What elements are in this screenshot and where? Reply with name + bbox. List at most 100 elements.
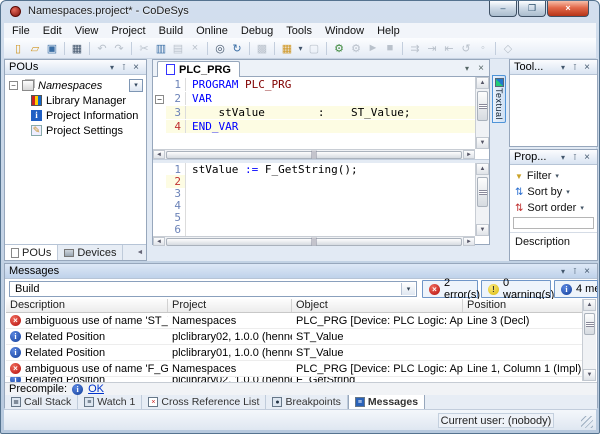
- clean-icon[interactable]: ⚙: [348, 40, 364, 56]
- menu-file[interactable]: File: [12, 25, 30, 37]
- resize-grip[interactable]: [581, 416, 593, 428]
- implementation-hscrollbar[interactable]: ◄ ►: [153, 236, 475, 246]
- tab-scroll-left-icon[interactable]: ◄: [134, 245, 146, 260]
- build-dropdown-icon[interactable]: ▾: [296, 40, 305, 56]
- save-icon[interactable]: ▣: [44, 40, 60, 56]
- precompile-ok-link[interactable]: OK: [88, 383, 104, 395]
- tab-watch-1[interactable]: ≡ Watch 1: [78, 395, 143, 409]
- print-icon[interactable]: ▦: [69, 40, 85, 56]
- cut-icon[interactable]: ✂: [136, 40, 152, 56]
- tree-dropdown-button[interactable]: ▾: [129, 79, 143, 92]
- close-tab-icon[interactable]: ×: [475, 62, 487, 75]
- step-out-icon[interactable]: ⇤: [441, 40, 457, 56]
- fold-icon[interactable]: −: [155, 94, 164, 104]
- panel-menu-icon[interactable]: ▾: [557, 61, 569, 74]
- close-icon[interactable]: ×: [581, 151, 593, 164]
- replace-icon[interactable]: ↻: [229, 40, 245, 56]
- menu-build[interactable]: Build: [159, 25, 183, 37]
- declaration-hscrollbar[interactable]: ◄ ►: [153, 149, 475, 159]
- scroll-left-icon[interactable]: ◄: [153, 150, 165, 159]
- tree-item-namespaces[interactable]: − Namespaces ▾: [5, 78, 146, 93]
- new-item-icon[interactable]: ▢: [306, 40, 322, 56]
- scroll-up-icon[interactable]: ▲: [476, 163, 489, 175]
- tab-breakpoints[interactable]: ● Breakpoints: [266, 395, 348, 409]
- redo-icon[interactable]: ↷: [111, 40, 127, 56]
- filter-button[interactable]: ▼ Filter ▾: [510, 168, 597, 184]
- find-icon[interactable]: ◎: [212, 40, 228, 56]
- tab-list-icon[interactable]: ▾: [461, 62, 473, 75]
- maximize-button[interactable]: ❐: [518, 1, 546, 17]
- new-file-icon[interactable]: ▯: [10, 40, 26, 56]
- stop-icon[interactable]: ■: [382, 40, 398, 56]
- reset-icon[interactable]: ↺: [458, 40, 474, 56]
- pin-icon[interactable]: ⊺: [569, 61, 581, 74]
- message-row[interactable]: ×ambiguous use of name 'F_GetString' Nam…: [6, 361, 582, 377]
- menu-window[interactable]: Window: [325, 25, 364, 37]
- tab-plc-prg[interactable]: PLC_PRG: [157, 61, 240, 77]
- sort-order-button[interactable]: ⇅ Sort order ▾: [510, 200, 597, 216]
- collapse-icon[interactable]: −: [9, 81, 18, 90]
- pin-icon[interactable]: ⊺: [118, 61, 130, 74]
- message-row[interactable]: ×ambiguous use of name 'ST_Value' Namesp…: [6, 313, 582, 329]
- errors-toggle-button[interactable]: × 2 error(s): [422, 277, 480, 301]
- scroll-down-icon[interactable]: ▼: [476, 224, 489, 236]
- menu-tools[interactable]: Tools: [286, 25, 312, 37]
- tree-item-library-manager[interactable]: Library Manager: [5, 93, 146, 108]
- column-position[interactable]: Position: [463, 299, 582, 312]
- declaration-editor[interactable]: 1 PROGRAM PLC_PRG −2 VAR 3 stValue : ST_…: [153, 77, 489, 149]
- menu-debug[interactable]: Debug: [241, 25, 273, 37]
- warnings-toggle-button[interactable]: ! 0 warning(s): [481, 277, 554, 301]
- pin-icon[interactable]: ⊺: [569, 265, 581, 278]
- properties-partial-field[interactable]: [513, 217, 594, 229]
- implementation-vscrollbar[interactable]: ▲ ▼: [475, 163, 489, 236]
- open-project-icon[interactable]: ▱: [27, 40, 43, 56]
- implementation-editor[interactable]: 1 stValue := F_GetString(); 2 3 4 5 6: [153, 162, 489, 236]
- panel-menu-icon[interactable]: ▾: [557, 265, 569, 278]
- message-category-combobox[interactable]: Build ▾: [9, 281, 417, 297]
- scroll-left-icon[interactable]: ◄: [153, 237, 165, 246]
- messages-toggle-button[interactable]: i 4 message(s): [554, 280, 598, 298]
- run-icon[interactable]: ►: [365, 40, 381, 56]
- scroll-down-icon[interactable]: ▼: [583, 369, 596, 381]
- column-project[interactable]: Project: [168, 299, 292, 312]
- tab-pous[interactable]: POUs: [5, 245, 59, 260]
- menu-project[interactable]: Project: [111, 25, 145, 37]
- close-icon[interactable]: ×: [581, 61, 593, 74]
- compile-icon[interactable]: ⚙: [331, 40, 347, 56]
- undo-icon[interactable]: ↶: [94, 40, 110, 56]
- combo-dropdown-icon[interactable]: ▾: [401, 283, 415, 295]
- tab-textual[interactable]: Textual: [492, 75, 506, 123]
- message-row[interactable]: i Related Position plclibrary01, 1.0.0 (h…: [6, 345, 582, 361]
- build-icon[interactable]: ▦: [279, 40, 295, 56]
- scroll-up-icon[interactable]: ▲: [476, 77, 489, 89]
- breakpoint-icon[interactable]: ◦: [475, 40, 491, 56]
- scroll-right-icon[interactable]: ►: [463, 150, 475, 159]
- menu-online[interactable]: Online: [196, 25, 228, 37]
- minimize-button[interactable]: –: [489, 1, 517, 17]
- paste-icon[interactable]: ▤: [170, 40, 186, 56]
- tab-devices[interactable]: Devices: [58, 245, 124, 260]
- next-statement-icon[interactable]: ◇: [500, 40, 516, 56]
- panel-menu-icon[interactable]: ▾: [557, 151, 569, 164]
- menu-edit[interactable]: Edit: [43, 25, 62, 37]
- pin-icon[interactable]: ⊺: [569, 151, 581, 164]
- tab-messages[interactable]: ≡ Messages: [347, 395, 426, 409]
- scroll-up-icon[interactable]: ▲: [583, 299, 596, 311]
- scroll-down-icon[interactable]: ▼: [476, 137, 489, 149]
- column-description[interactable]: Description: [6, 299, 168, 312]
- close-button[interactable]: ×: [547, 1, 589, 17]
- menu-view[interactable]: View: [75, 25, 99, 37]
- tree-item-project-information[interactable]: i Project Information: [5, 108, 146, 123]
- close-icon[interactable]: ×: [581, 265, 593, 278]
- step-into-icon[interactable]: ⇥: [424, 40, 440, 56]
- scroll-right-icon[interactable]: ►: [463, 237, 475, 246]
- panel-menu-icon[interactable]: ▾: [106, 61, 118, 74]
- delete-icon[interactable]: ×: [187, 40, 203, 56]
- messages-vscrollbar[interactable]: ▲ ▼: [582, 299, 596, 381]
- copy-icon[interactable]: ▥: [153, 40, 169, 56]
- close-icon[interactable]: ×: [130, 61, 142, 74]
- column-object[interactable]: Object: [292, 299, 463, 312]
- sort-by-button[interactable]: ⇅ Sort by ▾: [510, 184, 597, 200]
- tab-cross-reference-list[interactable]: × Cross Reference List: [142, 395, 267, 409]
- screens-icon[interactable]: ▩: [254, 40, 270, 56]
